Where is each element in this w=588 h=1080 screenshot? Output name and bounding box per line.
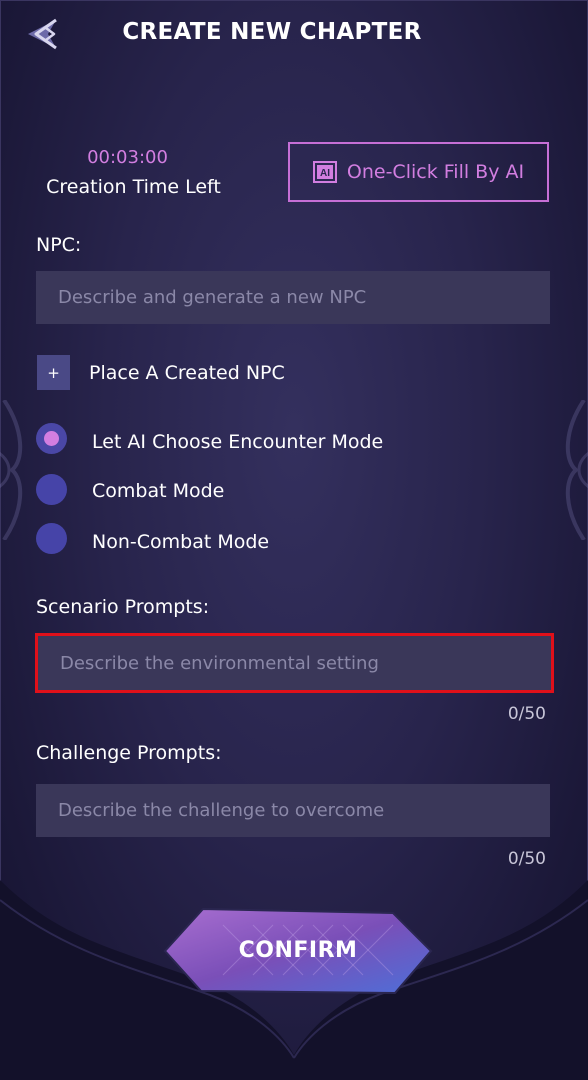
radio-label-non-combat-mode[interactable]: Non-Combat Mode xyxy=(92,531,269,553)
place-npc-add-button[interactable]: + xyxy=(37,355,70,390)
radio-let-ai-choose[interactable] xyxy=(36,423,67,454)
scenario-prompts-label: Scenario Prompts: xyxy=(36,596,210,618)
ai-icon: AI xyxy=(312,161,337,183)
radio-non-combat-mode[interactable] xyxy=(36,523,67,554)
challenge-prompts-input[interactable]: Describe the challenge to overcome xyxy=(36,784,550,837)
confirm-button-label: CONFIRM xyxy=(238,938,358,963)
scenario-char-counter: 0/50 xyxy=(507,704,546,724)
challenge-char-counter: 0/50 xyxy=(507,849,546,869)
npc-description-input[interactable]: Describe and generate a new NPC xyxy=(36,271,550,324)
one-click-fill-ai-button[interactable]: AI One-Click Fill By AI xyxy=(288,142,549,202)
radio-label-combat-mode[interactable]: Combat Mode xyxy=(92,480,224,502)
challenge-prompts-label: Challenge Prompts: xyxy=(36,742,222,764)
scenario-prompts-input[interactable]: Describe the environmental setting xyxy=(35,633,554,693)
page-title: CREATE NEW CHAPTER xyxy=(122,19,422,45)
one-click-fill-ai-label: One-Click Fill By AI xyxy=(346,161,525,183)
place-created-npc-label[interactable]: Place A Created NPC xyxy=(89,362,285,384)
confirm-button[interactable]: CONFIRM xyxy=(163,905,433,997)
creation-timer-value: 00:03:00 xyxy=(87,147,168,168)
npc-label: NPC: xyxy=(36,234,82,256)
radio-combat-mode[interactable] xyxy=(36,474,67,505)
svg-text:AI: AI xyxy=(320,168,330,179)
creation-timer-label: Creation Time Left xyxy=(46,176,221,198)
right-ornament-icon xyxy=(565,400,588,540)
radio-label-let-ai-choose[interactable]: Let AI Choose Encounter Mode xyxy=(92,431,383,453)
left-ornament-icon xyxy=(0,400,23,540)
